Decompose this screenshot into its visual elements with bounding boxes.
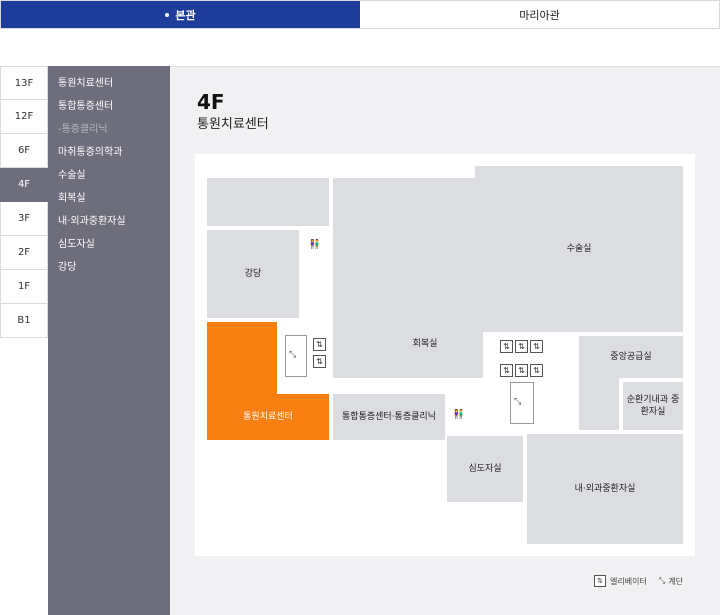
legend-stairs-label: 계단 [668,576,683,586]
room-surgery[interactable]: 수술실 [475,166,683,332]
elevator-icon: ⇅ [313,355,326,368]
tab-maria-building[interactable]: 마리아관 [360,1,719,28]
elevator-icon: ⇅ [500,340,513,353]
dept-item-surgery[interactable]: 수술실 [48,168,170,191]
stairs-icon: ⤡ [658,576,666,585]
floor-b1[interactable]: B1 [0,304,48,338]
elevator-icon: ⇅ [500,364,513,377]
stairs-icon: ⤡ [514,397,522,407]
room-pain-center[interactable]: 통합통증센터·통증클리닉 [333,394,445,440]
room-cardio-icu[interactable]: 순환기내과 중환자실 [623,382,683,430]
restroom-icon: 👫 [309,240,321,250]
floor-1f[interactable]: 1F [0,270,48,304]
department-list: 통원치료센터 통합통증센터 -통증클리닉 마취통증의학과 수술실 회복실 내·외… [48,66,170,615]
room-outpatient[interactable]: 통원치료센터 [207,394,329,440]
restroom-icon: 👫 [453,410,465,420]
dept-item-pain-center[interactable]: 통합통증센터 [48,99,170,122]
elevator-icon: ⇅ [594,575,606,587]
floor-12f[interactable]: 12F [0,100,48,134]
dept-item-outpatient[interactable]: 통원치료센터 [48,76,170,99]
map-legend: ⇅ 엘리베이터 ⤡ 계단 [594,575,683,587]
dept-item-recovery[interactable]: 회복실 [48,191,170,214]
dept-item-hall[interactable]: 강당 [48,260,170,283]
floor-6f[interactable]: 6F [0,134,48,168]
stairs-icon: ⤡ [289,350,297,360]
tab-label: 본관 [175,8,196,22]
room-surgery-extension [445,332,477,378]
floor-map: 강당 👫 수술실 회복실 통원치료센터 ⤡ ⇅ ⇅ 통합통증센터·통증클리닉 👫… [195,154,695,556]
tab-main-building[interactable]: 본관 [1,1,360,28]
legend-elevator-label: 엘리베이터 [610,576,647,586]
elevator-icon: ⇅ [530,340,543,353]
active-dot-icon [165,12,170,17]
room-recovery[interactable]: 회복실 [405,310,445,378]
floor-list: 13F 12F 6F 4F 3F 2F 1F B1 [0,66,48,338]
room-hall[interactable]: 강당 [207,230,299,318]
floor-13f[interactable]: 13F [0,66,48,100]
floor-2f[interactable]: 2F [0,236,48,270]
building-tabs: 본관 마리아관 [0,0,720,29]
floor-map-panel: 4F 통원치료센터 강당 👫 수술실 회복실 통원치료센터 ⤡ ⇅ ⇅ 통합통증… [170,66,720,615]
dept-item-anesthesiology[interactable]: 마취통증의학과 [48,145,170,168]
elevator-icon: ⇅ [313,338,326,351]
room-cath-lab[interactable]: 심도자실 [447,436,523,502]
floor-title: 4F [197,90,225,114]
dept-item-pain-clinic[interactable]: -통증클리닉 [48,122,170,145]
floor-subtitle: 통원치료센터 [197,117,269,132]
elevator-icon: ⇅ [515,364,528,377]
room-icu[interactable]: 내·외과중환자실 [527,434,683,544]
floor-3f[interactable]: 3F [0,202,48,236]
dept-item-cath-lab[interactable]: 심도자실 [48,237,170,260]
tab-label: 마리아관 [519,8,560,22]
room-central-supply[interactable]: 중앙공급실 [579,336,683,378]
elevator-icon: ⇅ [515,340,528,353]
dept-item-icu[interactable]: 내·외과중환자실 [48,214,170,237]
elevator-icon: ⇅ [530,364,543,377]
floor-4f[interactable]: 4F [0,168,48,202]
room-unlabeled-top-left [207,178,329,226]
room-central-supply-ext [579,378,619,430]
